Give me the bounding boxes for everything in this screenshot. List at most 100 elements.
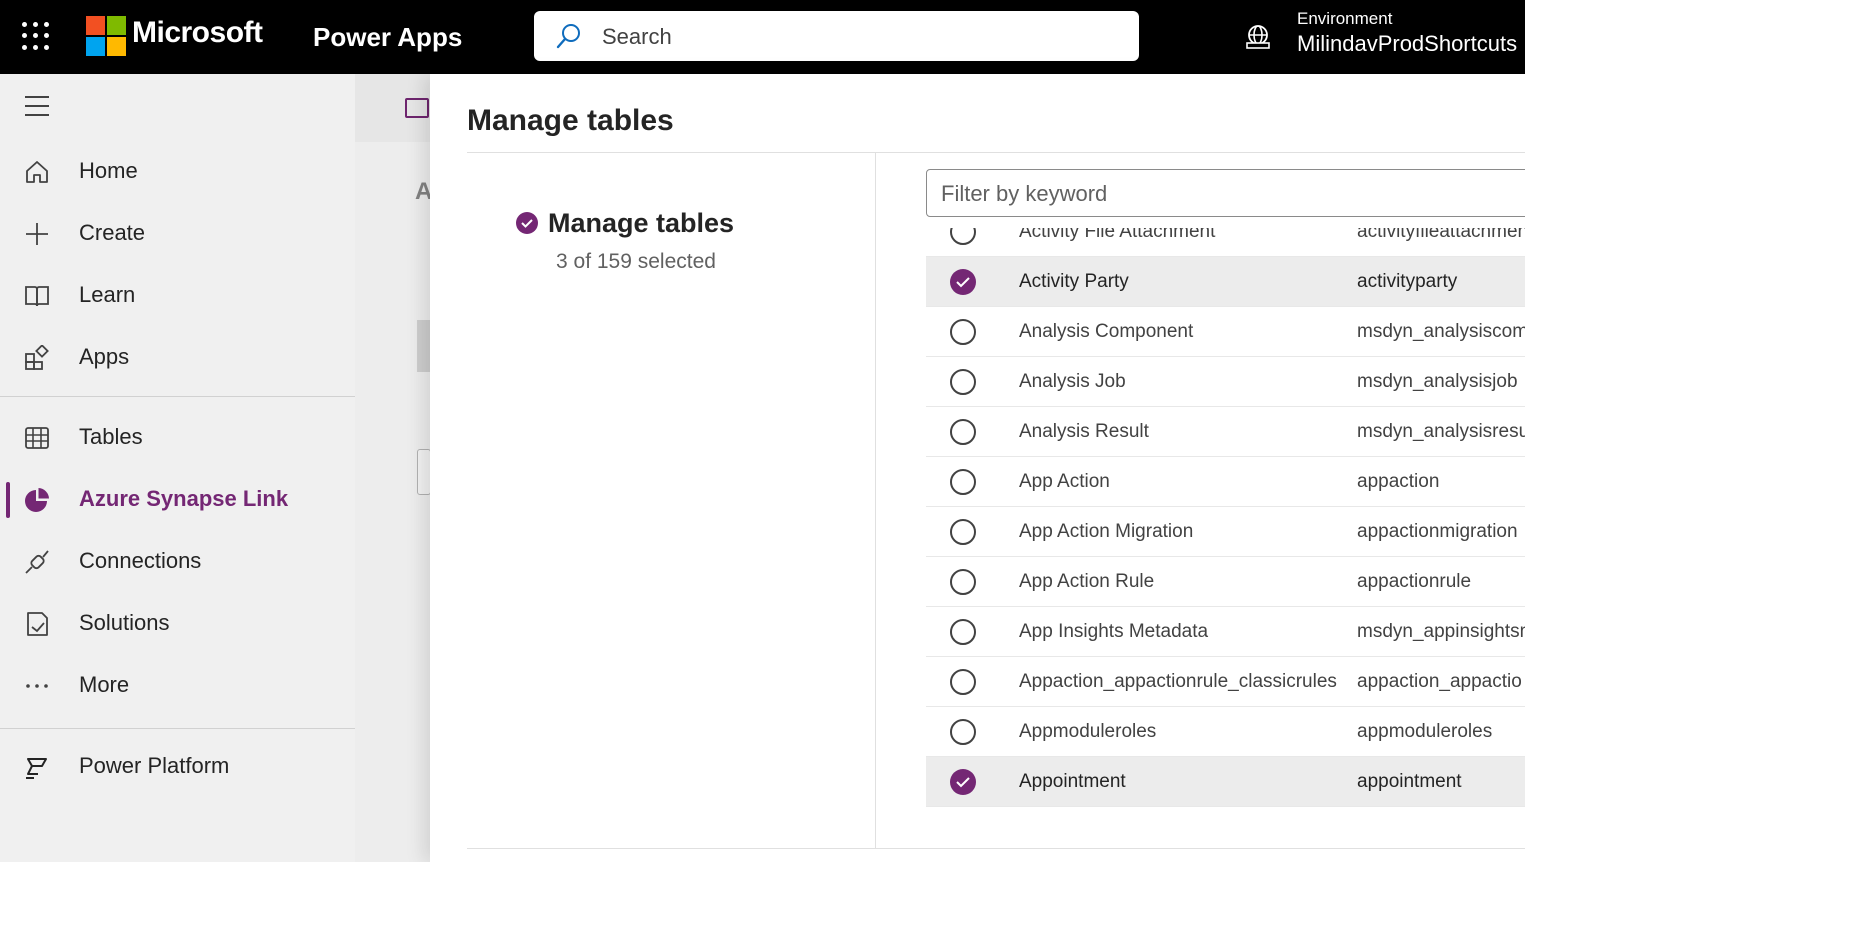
modal-overlay[interactable] (355, 74, 430, 862)
divider (467, 152, 1525, 153)
nav-item-tables[interactable]: Tables (0, 410, 355, 466)
radio-checked-icon[interactable] (950, 769, 976, 795)
nav-divider (0, 396, 355, 397)
table-logical-name: appactionrule (1357, 571, 1472, 592)
table-list: Activity File Attachment activityfileatt… (926, 228, 1525, 848)
table-row[interactable]: App Insights Metadata msdyn_appinsightsm (926, 607, 1525, 657)
table-row[interactable]: Appointment appointment (926, 757, 1525, 807)
panel-title: Manage tables (467, 104, 674, 137)
filter-placeholder: Filter by keyword (941, 181, 1108, 206)
nav-item-label: More (79, 672, 130, 697)
search-placeholder: Search (602, 24, 672, 49)
nav-item-label: Home (79, 158, 138, 183)
radio-unchecked-icon[interactable] (950, 569, 976, 595)
solutions-icon (27, 612, 48, 636)
nav-item-label: Connections (79, 548, 202, 573)
synapse-icon (25, 488, 49, 512)
app-window: Microsoft Power Apps Search Environment … (0, 0, 1525, 862)
table-logical-name: msdyn_analysisresul (1357, 421, 1525, 442)
radio-unchecked-icon[interactable] (950, 619, 976, 645)
table-display-name: Appaction_appactionrule_classicrules (1019, 671, 1337, 692)
table-display-name: Appmoduleroles (1019, 721, 1157, 742)
nav-item-learn[interactable]: Learn (0, 268, 355, 324)
table-display-name: Activity Party (1019, 271, 1129, 292)
table-logical-name: msdyn_analysisjob (1357, 371, 1518, 392)
radio-unchecked-icon[interactable] (950, 669, 976, 695)
environment-name[interactable]: MilindavProdShortcuts (1297, 31, 1517, 57)
step-complete-icon (516, 212, 538, 234)
table-row[interactable]: App Action Rule appactionrule (926, 557, 1525, 607)
radio-unchecked-icon[interactable] (950, 369, 976, 395)
radio-unchecked-icon[interactable] (950, 469, 976, 495)
environment-icon[interactable] (1244, 24, 1272, 50)
nav-item-label: Power Platform (79, 753, 230, 778)
table-row[interactable]: Analysis Component msdyn_analysiscom (926, 307, 1525, 357)
table-display-name: Analysis Result (1019, 421, 1149, 442)
radio-unchecked-icon[interactable] (950, 228, 976, 245)
app-launcher-icon[interactable] (22, 22, 50, 50)
power-platform-icon (26, 758, 47, 779)
table-row[interactable]: Appaction_appactionrule_classicrules app… (926, 657, 1525, 707)
table-logical-name: activityparty (1357, 271, 1458, 292)
environment-label: Environment (1297, 9, 1393, 28)
apps-icon (25, 345, 49, 370)
nav-item-label: Create (79, 220, 146, 245)
hamburger-menu-icon[interactable] (25, 96, 49, 123)
table-display-name: Appointment (1019, 771, 1126, 792)
radio-checked-icon[interactable] (950, 269, 976, 295)
step-subtitle: 3 of 159 selected (556, 250, 716, 273)
table-row[interactable]: Activity File Attachment activityfileatt… (926, 228, 1525, 257)
nav-divider (0, 728, 355, 729)
table-row[interactable]: App Action Migration appactionmigration (926, 507, 1525, 557)
home-icon (26, 161, 48, 183)
table-row[interactable]: Activity Party activityparty (926, 257, 1525, 307)
table-logical-name: appactionmigration (1357, 521, 1518, 542)
table-logical-name: appaction_appactio (1357, 671, 1522, 692)
nav-item-label: Azure Synapse Link (79, 486, 289, 511)
nav-item-solutions[interactable]: Solutions (0, 596, 355, 652)
nav-item-azure-synapse-link[interactable]: Azure Synapse Link (0, 472, 355, 528)
nav-item-label: Solutions (79, 610, 170, 635)
step-title[interactable]: Manage tables (548, 208, 734, 239)
divider (875, 153, 876, 848)
table-display-name: Analysis Job (1019, 371, 1126, 392)
radio-unchecked-icon[interactable] (950, 719, 976, 745)
nav-item-label: Tables (79, 424, 143, 449)
search-icon (556, 24, 580, 49)
nav-item-label: Apps (79, 344, 130, 369)
table-display-name: App Insights Metadata (1019, 621, 1209, 642)
table-row[interactable]: App Action appaction (926, 457, 1525, 507)
table-row[interactable]: Analysis Job msdyn_analysisjob (926, 357, 1525, 407)
nav-item-power-platform[interactable]: Power Platform (0, 739, 355, 795)
connection-icon (25, 550, 49, 574)
table-row[interactable]: Analysis Result msdyn_analysisresul (926, 407, 1525, 457)
nav-item-label: Learn (79, 282, 136, 307)
table-display-name: Analysis Component (1019, 321, 1194, 342)
table-logical-name: appaction (1357, 471, 1440, 492)
table-icon (25, 427, 49, 449)
nav-item-create[interactable]: Create (0, 206, 355, 262)
table-row[interactable]: Appmoduleroles appmoduleroles (926, 707, 1525, 757)
radio-unchecked-icon[interactable] (950, 419, 976, 445)
table-logical-name: msdyn_appinsightsm (1357, 621, 1525, 642)
top-bar: Microsoft Power Apps Search Environment … (0, 0, 1525, 74)
nav-item-apps[interactable]: Apps (0, 330, 355, 386)
nav-item-more[interactable]: More (0, 658, 355, 714)
microsoft-logo-icon (86, 16, 126, 56)
brand-name[interactable]: Microsoft (132, 16, 263, 50)
radio-unchecked-icon[interactable] (950, 319, 976, 345)
nav-item-home[interactable]: Home (0, 144, 355, 200)
table-logical-name: appointment (1357, 771, 1462, 792)
table-logical-name: msdyn_analysiscom (1357, 321, 1525, 342)
plus-icon (26, 223, 48, 245)
product-name[interactable]: Power Apps (313, 22, 462, 53)
table-display-name: App Action Migration (1019, 521, 1194, 542)
table-logical-name: activityfileattachmen (1357, 228, 1525, 242)
radio-unchecked-icon[interactable] (950, 519, 976, 545)
table-logical-name: appmoduleroles (1357, 721, 1493, 742)
search-input[interactable]: Search (534, 11, 1139, 61)
filter-input[interactable]: Filter by keyword (926, 169, 1525, 217)
nav-item-connections[interactable]: Connections (0, 534, 355, 590)
book-icon (25, 286, 49, 307)
table-display-name: App Action Rule (1019, 571, 1155, 592)
